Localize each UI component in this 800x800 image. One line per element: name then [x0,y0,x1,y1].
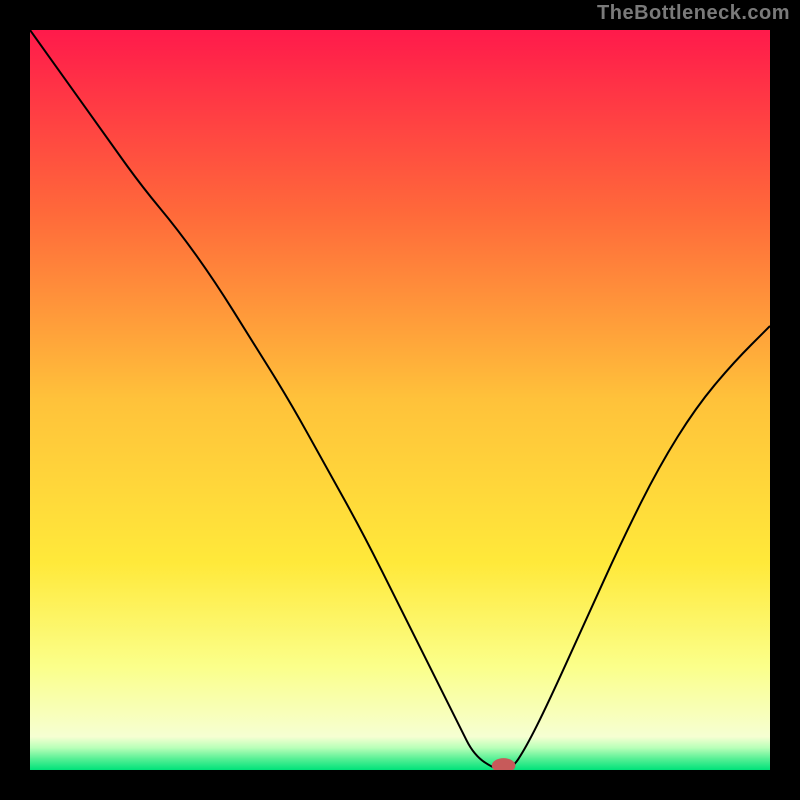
chart-svg [30,30,770,770]
gradient-background [30,30,770,770]
plot-area [30,30,770,770]
chart-frame: TheBottleneck.com [0,0,800,800]
watermark-text: TheBottleneck.com [597,2,790,25]
